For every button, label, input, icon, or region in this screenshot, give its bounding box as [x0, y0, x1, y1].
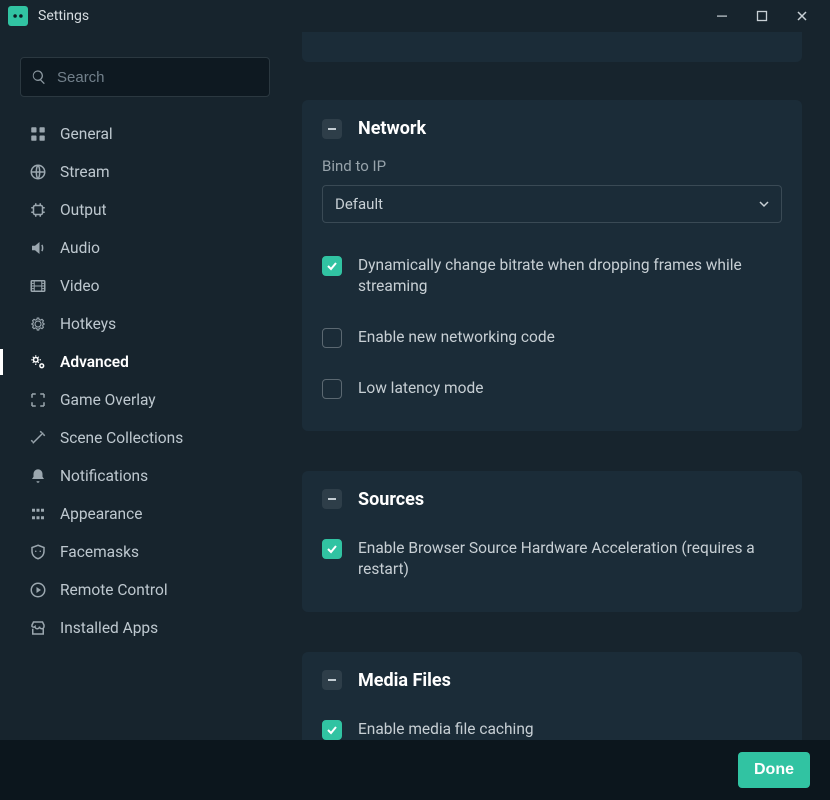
checkbox-label: Low latency mode — [358, 378, 483, 399]
panel-media-files: Media Files Enable media file caching — [302, 652, 802, 740]
window-title: Settings — [38, 8, 89, 24]
minus-icon — [327, 675, 337, 685]
gear-icon — [28, 314, 48, 334]
sidebar-item-game-overlay[interactable]: Game Overlay — [0, 381, 280, 419]
sidebar-item-remote-control[interactable]: Remote Control — [0, 571, 280, 609]
checkbox[interactable] — [322, 256, 342, 276]
option-low-latency[interactable]: Low latency mode — [322, 368, 782, 409]
panel-title: Sources — [358, 489, 424, 510]
sidebar-item-label: Video — [60, 277, 99, 295]
grid-icon — [28, 124, 48, 144]
bell-icon — [28, 466, 48, 486]
search-icon — [31, 69, 47, 85]
sidebar-item-video[interactable]: Video — [0, 267, 280, 305]
app-icon — [8, 6, 28, 26]
nav-list: General Stream Output Audio Video Hotkey… — [0, 115, 280, 647]
check-icon — [326, 724, 338, 736]
minus-icon — [327, 124, 337, 134]
checkbox-label: Dynamically change bitrate when dropping… — [358, 255, 782, 297]
sidebar-item-label: Game Overlay — [60, 391, 156, 409]
shield-icon — [28, 542, 48, 562]
sidebar-item-appearance[interactable]: Appearance — [0, 495, 280, 533]
sidebar-item-audio[interactable]: Audio — [0, 229, 280, 267]
checkbox-label: Enable media file caching — [358, 719, 534, 740]
sliders-icon — [28, 504, 48, 524]
bind-to-ip-select[interactable]: Default — [322, 185, 782, 223]
wand-icon — [28, 428, 48, 448]
sidebar-item-label: Hotkeys — [60, 315, 116, 333]
panel-title: Media Files — [358, 670, 451, 691]
sidebar-item-notifications[interactable]: Notifications — [0, 457, 280, 495]
collapse-button[interactable] — [322, 119, 342, 139]
prev-panel-bottom — [302, 32, 802, 62]
check-icon — [326, 260, 338, 272]
sidebar-item-output[interactable]: Output — [0, 191, 280, 229]
checkbox[interactable] — [322, 379, 342, 399]
content-area: Network Bind to IP Default Dynamically c… — [280, 32, 830, 740]
collapse-button[interactable] — [322, 670, 342, 690]
sidebar-item-label: Remote Control — [60, 581, 168, 599]
done-button[interactable]: Done — [738, 752, 810, 788]
checkbox[interactable] — [322, 328, 342, 348]
option-browser-hw-accel[interactable]: Enable Browser Source Hardware Accelerat… — [322, 528, 782, 590]
sidebar-item-label: General — [60, 125, 113, 143]
play-circle-icon — [28, 580, 48, 600]
bind-to-ip-label: Bind to IP — [322, 157, 782, 175]
sidebar-item-facemasks[interactable]: Facemasks — [0, 533, 280, 571]
chip-icon — [28, 200, 48, 220]
collapse-button[interactable] — [322, 489, 342, 509]
sidebar-item-label: Scene Collections — [60, 429, 183, 447]
sidebar-item-installed-apps[interactable]: Installed Apps — [0, 609, 280, 647]
sidebar-item-stream[interactable]: Stream — [0, 153, 280, 191]
check-icon — [326, 543, 338, 555]
sidebar-item-label: Output — [60, 201, 107, 219]
panel-network: Network Bind to IP Default Dynamically c… — [302, 100, 802, 431]
sidebar-item-advanced[interactable]: Advanced — [0, 343, 280, 381]
chevron-down-icon — [759, 195, 769, 213]
panel-title: Network — [358, 118, 426, 139]
panel-sources: Sources Enable Browser Source Hardware A… — [302, 471, 802, 612]
checkbox[interactable] — [322, 539, 342, 559]
sidebar-item-label: Appearance — [60, 505, 142, 523]
minimize-button[interactable] — [702, 0, 742, 32]
film-icon — [28, 276, 48, 296]
sidebar-item-general[interactable]: General — [0, 115, 280, 153]
minus-icon — [327, 494, 337, 504]
sidebar-item-label: Audio — [60, 239, 100, 257]
checkbox-label: Enable new networking code — [358, 327, 555, 348]
search-input[interactable] — [57, 69, 259, 86]
sidebar-item-label: Installed Apps — [60, 619, 158, 637]
close-button[interactable] — [782, 0, 822, 32]
sidebar-item-label: Advanced — [60, 353, 129, 371]
footer: Done — [0, 740, 830, 800]
checkbox[interactable] — [322, 720, 342, 740]
sidebar-item-label: Facemasks — [60, 543, 139, 561]
sidebar-item-hotkeys[interactable]: Hotkeys — [0, 305, 280, 343]
maximize-button[interactable] — [742, 0, 782, 32]
option-new-networking[interactable]: Enable new networking code — [322, 317, 782, 358]
titlebar: Settings — [0, 0, 830, 32]
option-dynamic-bitrate[interactable]: Dynamically change bitrate when dropping… — [322, 245, 782, 307]
select-value: Default — [335, 195, 383, 213]
store-icon — [28, 618, 48, 638]
sidebar-item-scene-collections[interactable]: Scene Collections — [0, 419, 280, 457]
checkbox-label: Enable Browser Source Hardware Accelerat… — [358, 538, 782, 580]
globe-icon — [28, 162, 48, 182]
sidebar: General Stream Output Audio Video Hotkey… — [0, 32, 280, 740]
expand-icon — [28, 390, 48, 410]
speaker-icon — [28, 238, 48, 258]
gears-icon — [28, 352, 48, 372]
option-media-cache[interactable]: Enable media file caching — [322, 709, 782, 740]
search-input-wrapper[interactable] — [20, 57, 270, 97]
sidebar-item-label: Stream — [60, 163, 110, 181]
sidebar-item-label: Notifications — [60, 467, 148, 485]
